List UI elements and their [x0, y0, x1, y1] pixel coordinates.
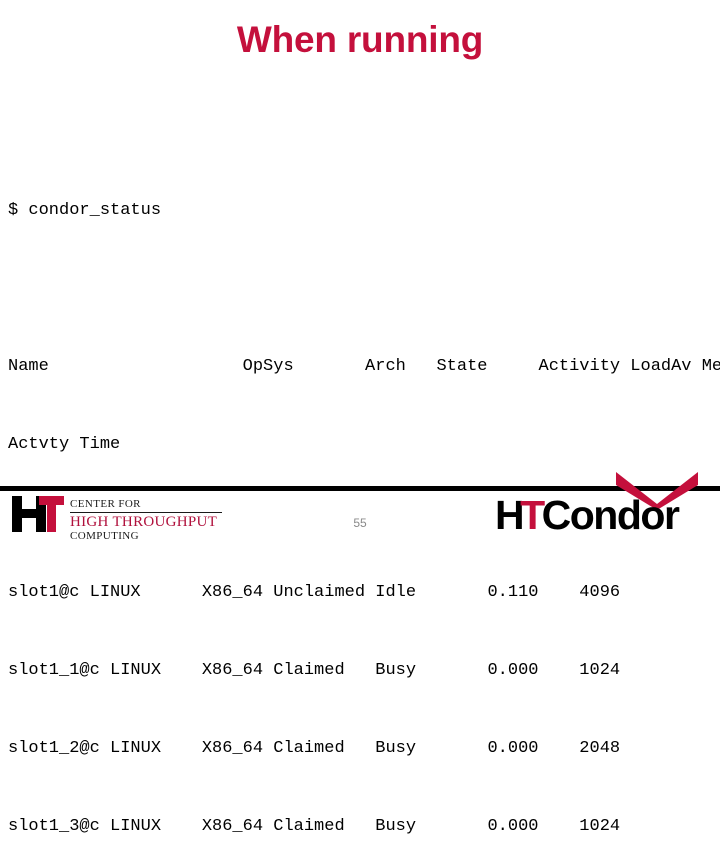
terminal-prompt-line: $ condor_status: [8, 201, 162, 220]
page-title: When running: [236, 19, 484, 60]
htcondor-letter-h: H: [495, 492, 525, 538]
htcondor-logo: HTCondor: [495, 470, 710, 538]
terminal-spacer: [8, 276, 720, 302]
chtc-line-center-for: CENTER FOR: [70, 498, 222, 513]
terminal-row: slot1_1@c LINUX X86_64 Claimed Busy 0.00…: [8, 661, 621, 680]
terminal-row: slot1@c LINUX X86_64 Unclaimed Idle 0.11…: [8, 583, 621, 602]
terminal-header-wrap-line: Actvty Time: [8, 435, 121, 454]
chtc-logo-wordmark: CENTER FOR HIGH THROUGHPUT COMPUTING: [70, 492, 222, 543]
terminal-header-line: Name OpSys Arch State Activity LoadAv Me…: [8, 357, 720, 376]
chtc-ht-monogram-icon: [12, 492, 64, 534]
chtc-line-high-throughput: HIGH THROUGHPUT: [70, 513, 218, 530]
chtc-logo: CENTER FOR HIGH THROUGHPUT COMPUTING: [12, 492, 222, 542]
terminal-row: slot1_2@c LINUX X86_64 Claimed Busy 0.00…: [8, 739, 621, 758]
htcondor-letters-condor: Condor: [541, 492, 680, 538]
htcondor-letter-t: T: [520, 492, 545, 538]
chtc-line-computing: COMPUTING: [70, 530, 139, 543]
terminal-row: slot1_3@c LINUX X86_64 Claimed Busy 0.00…: [8, 817, 621, 836]
htcondor-wordmark: HTCondor: [495, 492, 710, 538]
